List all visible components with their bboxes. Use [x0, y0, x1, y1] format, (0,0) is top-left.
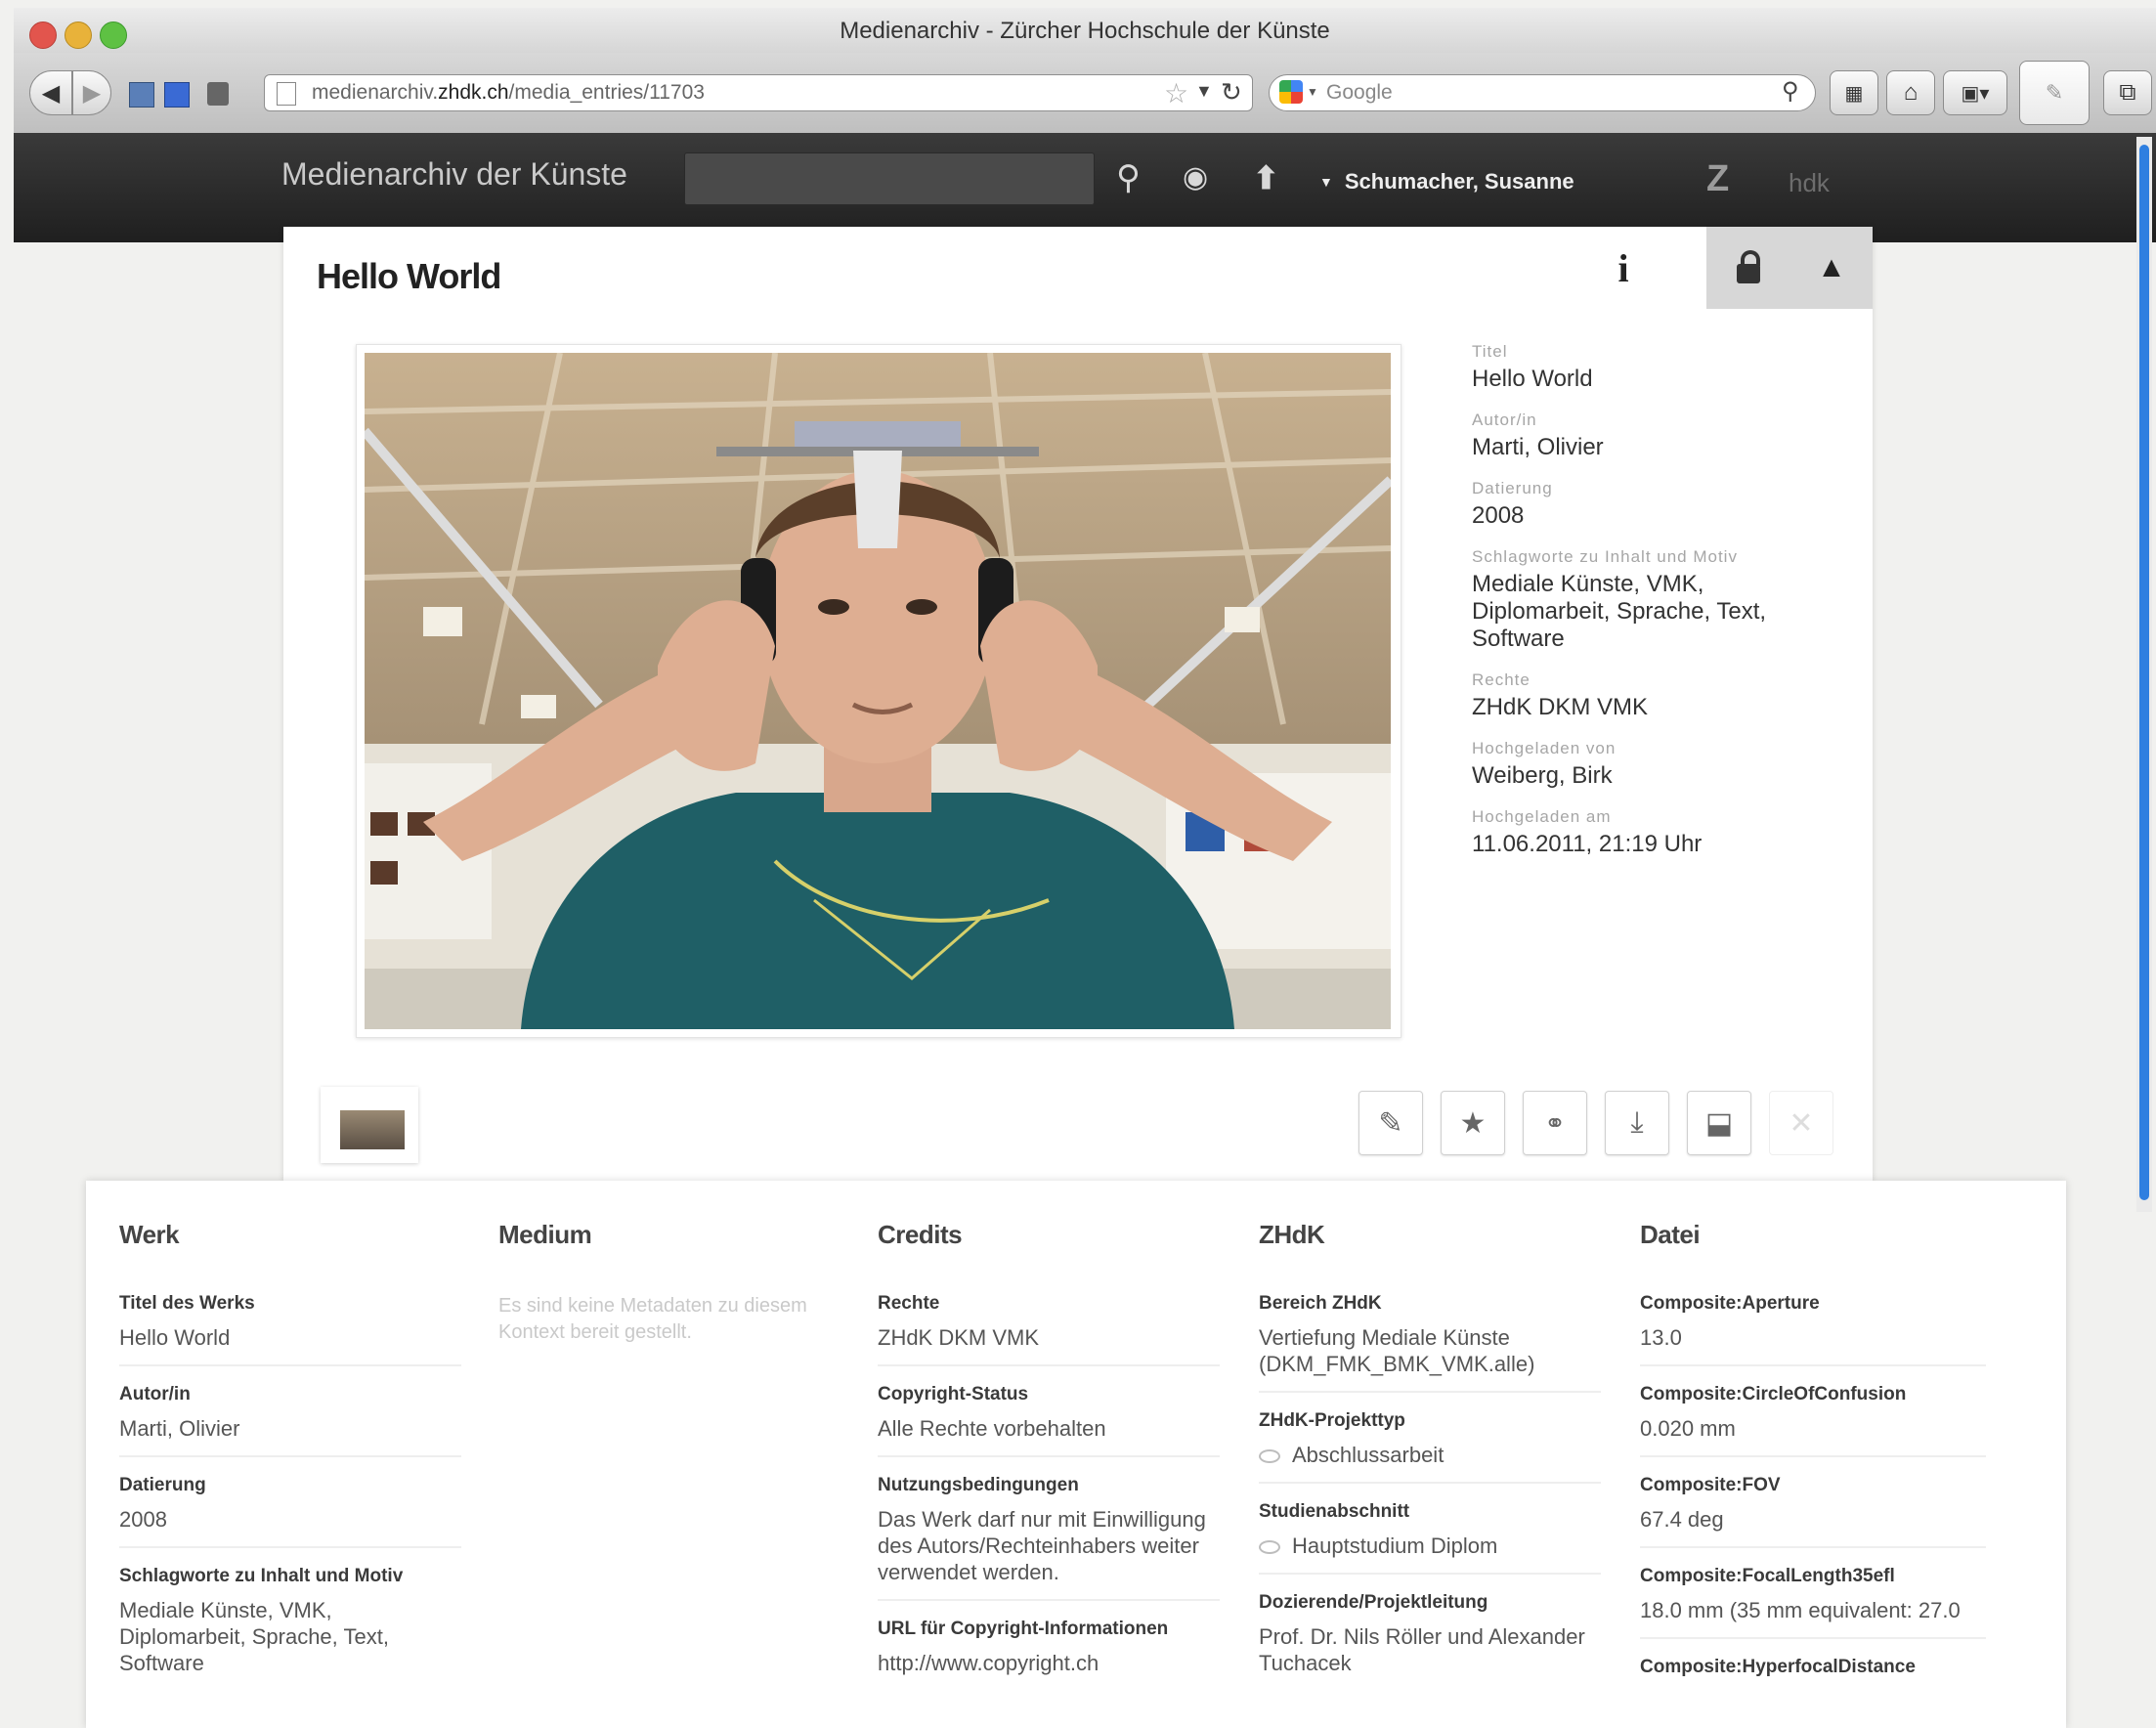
- forward-button[interactable]: ▶: [72, 70, 111, 115]
- page-icon: [277, 82, 296, 106]
- tab-info[interactable]: i: [1589, 227, 1658, 309]
- bookmark-icon[interactable]: [129, 82, 154, 108]
- details-column-werk: Werk Titel des Werks Hello World Autor/i…: [119, 1220, 461, 1707]
- forward-arrow-icon: ▶: [82, 79, 102, 107]
- browser-toolbar: ◀ ▶ medienarchiv.zhdk.ch/media_entries/1…: [14, 53, 2156, 134]
- entry-metadata: Titel Hello World Autor/in Marti, Olivie…: [1472, 342, 1843, 876]
- user-menu[interactable]: ▼ Schumacher, Susanne: [1319, 152, 1603, 211]
- window-titlebar: Medienarchiv - Zürcher Hochschule der Kü…: [14, 8, 2156, 54]
- export-icon: ⬓: [1704, 1106, 1734, 1140]
- export-button[interactable]: ⬓: [1687, 1091, 1751, 1155]
- meta-hochgeladen-von: Hochgeladen von Weiberg, Birk: [1472, 739, 1617, 789]
- tab-permissions[interactable]: [1706, 227, 1790, 309]
- extension-icon: ⧉: [2119, 79, 2136, 106]
- scrollbar-thumb[interactable]: [2139, 145, 2149, 1200]
- details-column-zhdk: ZHdK Bereich ZHdK Vertiefung Mediale Kün…: [1259, 1220, 1601, 1707]
- star-icon: ★: [1459, 1106, 1487, 1140]
- page-title: Hello World: [317, 256, 501, 296]
- home-button[interactable]: ⌂: [1886, 70, 1935, 115]
- photo-illustration: [365, 353, 1391, 1029]
- app-brand[interactable]: Medienarchiv der Künste: [281, 156, 627, 193]
- address-bar[interactable]: medienarchiv.zhdk.ch/media_entries/11703…: [264, 74, 1253, 111]
- delete-button[interactable]: ✕: [1769, 1091, 1833, 1155]
- media-image: [365, 353, 1391, 1029]
- favorite-button[interactable]: ★: [1441, 1091, 1505, 1155]
- explore-button[interactable]: ⚭: [1523, 1091, 1587, 1155]
- notes-button[interactable]: ✎: [2019, 61, 2090, 125]
- eye-icon[interactable]: ◉: [1183, 158, 1208, 197]
- bookmark-icon[interactable]: [207, 82, 229, 106]
- screenshot-button[interactable]: ▣▾: [1943, 70, 2007, 115]
- star-icon[interactable]: ☆: [1164, 77, 1188, 109]
- tab-collapse[interactable]: ▲: [1790, 227, 1873, 309]
- search-placeholder: Google: [1326, 81, 1393, 104]
- google-icon: [1279, 80, 1303, 104]
- triangle-up-icon: ▲: [1817, 251, 1846, 283]
- url-text: medienarchiv.zhdk.ch/media_entries/11703: [312, 81, 705, 104]
- media-thumbnail[interactable]: [321, 1087, 418, 1163]
- home-icon: ⌂: [1903, 79, 1919, 106]
- note-icon: ✎: [2045, 80, 2064, 105]
- app-search-input[interactable]: [684, 152, 1095, 205]
- back-button[interactable]: ◀: [29, 70, 72, 115]
- empty-metadata-note: Es sind keine Metadaten zu diesem Kontex…: [498, 1295, 807, 1343]
- download-icon: ⤓: [1630, 1106, 1644, 1139]
- media-preview[interactable]: [356, 344, 1401, 1038]
- bullet-icon: [1259, 1449, 1280, 1464]
- zhdk-logo: Z: [1706, 158, 1730, 199]
- window-title: Medienarchiv - Zürcher Hochschule der Kü…: [840, 18, 1330, 44]
- details-column-credits: Credits Rechte ZHdK DKM VMK Copyright-St…: [878, 1220, 1220, 1707]
- metadata-details-panel: Werk Titel des Werks Hello World Autor/i…: [86, 1181, 2066, 1728]
- meta-datierung: Datierung 2008: [1472, 479, 1553, 529]
- search-icon[interactable]: ⚲: [1116, 158, 1141, 197]
- close-icon: ✕: [1789, 1106, 1814, 1140]
- meta-rechte: Rechte ZHdK DKM VMK: [1472, 670, 1649, 720]
- meta-autor: Autor/in Marti, Olivier: [1472, 410, 1604, 460]
- upload-arrow-icon[interactable]: ⬆: [1253, 158, 1279, 197]
- bookmark-icon[interactable]: [164, 82, 190, 108]
- reload-icon[interactable]: ↻: [1221, 77, 1242, 108]
- dropdown-icon[interactable]: ▼: [1195, 81, 1213, 102]
- bullet-icon: [1259, 1540, 1280, 1555]
- chevron-down-icon: ▼: [1319, 174, 1333, 190]
- meta-hochgeladen-am: Hochgeladen am 11.06.2011, 21:19 Uhr: [1472, 807, 1703, 857]
- browser-search-field[interactable]: ▼ Google ⚲: [1269, 74, 1816, 111]
- grid-view-button[interactable]: ▦: [1830, 70, 1878, 115]
- pencil-icon: ✎: [1378, 1106, 1403, 1140]
- binoculars-icon: ⚭: [1544, 1107, 1566, 1138]
- lock-icon: [1737, 250, 1760, 283]
- edit-button[interactable]: ✎: [1358, 1091, 1423, 1155]
- copyright-url-link[interactable]: http://www.copyright.ch: [878, 1650, 1220, 1690]
- page-scrollbar[interactable]: [2136, 137, 2152, 1212]
- meta-schlagworte: Schlagworte zu Inhalt und Motiv Mediale …: [1472, 547, 1767, 652]
- meta-titel: Titel Hello World: [1472, 342, 1593, 392]
- details-column-medium: Medium Es sind keine Metadaten zu diesem…: [498, 1220, 841, 1346]
- extension-button[interactable]: ⧉: [2103, 70, 2152, 115]
- back-arrow-icon: ◀: [41, 79, 61, 107]
- download-button[interactable]: ⤓: [1605, 1091, 1669, 1155]
- user-name: Schumacher, Susanne: [1344, 169, 1574, 194]
- dropdown-icon[interactable]: ▼: [1307, 85, 1318, 99]
- thumbnail-image: [340, 1110, 405, 1149]
- details-column-datei: Datei Composite:Aperture 13.0 Composite:…: [1640, 1220, 1986, 1688]
- media-entry-panel: Hello World i ▲ Titel Hello World Autor/…: [283, 227, 1873, 1183]
- zhdk-logo-sub: hdk: [1789, 168, 1830, 197]
- info-icon: i: [1617, 245, 1629, 290]
- search-icon[interactable]: ⚲: [1782, 77, 1799, 106]
